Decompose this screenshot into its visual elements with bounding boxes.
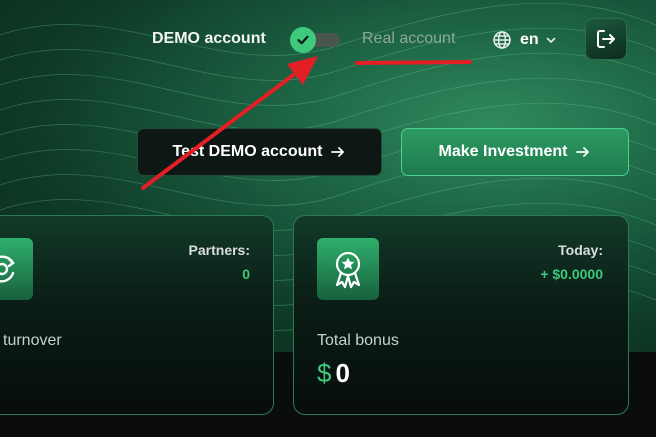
logout-button[interactable]: [585, 18, 627, 60]
partners-label: Partners:: [188, 242, 250, 258]
bonus-card: Today: + $0.0000 Total bonus $ 0: [293, 215, 629, 415]
arrow-right-icon: [331, 147, 345, 157]
check-icon: [297, 35, 309, 45]
partners-value: 0: [242, 266, 250, 282]
turnover-icon-box: [0, 238, 33, 300]
bonus-amount-value: 0: [335, 358, 350, 388]
account-mode-toggle[interactable]: [290, 27, 340, 53]
bonus-icon-box: [317, 238, 379, 300]
globe-icon: [493, 31, 511, 49]
demo-account-label[interactable]: DEMO account: [152, 30, 266, 48]
today-label: Today:: [558, 242, 603, 258]
make-investment-button[interactable]: Make Investment: [401, 128, 629, 176]
test-demo-account-label: Test DEMO account: [172, 143, 323, 160]
award-badge-icon: [335, 251, 361, 289]
total-bonus-title: Total bonus: [317, 332, 399, 349]
test-demo-account-button[interactable]: Test DEMO account: [137, 128, 382, 176]
toggle-knob: [290, 27, 316, 53]
language-code: en: [520, 31, 539, 48]
make-investment-label: Make Investment: [438, 143, 568, 160]
turnover-title: l turnover: [0, 332, 62, 349]
currency-symbol: $: [317, 358, 332, 388]
turnover-card: Partners: 0 l turnover: [0, 215, 274, 415]
arrow-right-icon: [576, 147, 590, 157]
language-selector[interactable]: en: [492, 30, 557, 50]
today-value: + $0.0000: [540, 266, 603, 282]
refresh-coin-icon: [0, 255, 15, 283]
logout-icon: [597, 30, 615, 48]
total-bonus-amount: $ 0: [317, 358, 350, 389]
chevron-down-icon: [546, 37, 555, 43]
real-account-label[interactable]: Real account: [362, 30, 455, 48]
